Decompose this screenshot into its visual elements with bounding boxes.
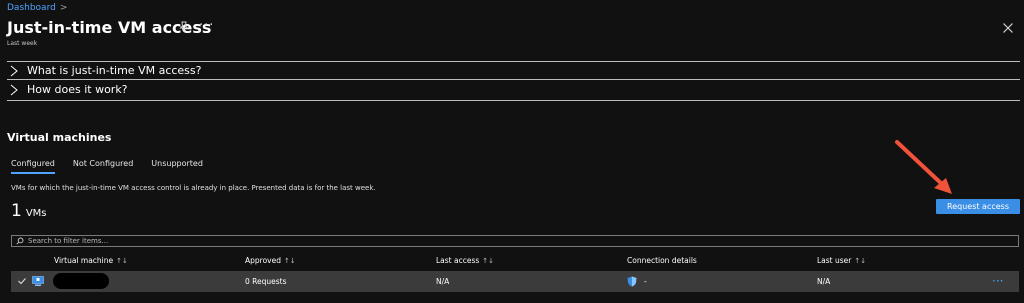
column-header-label: Last user bbox=[817, 256, 852, 265]
close-icon[interactable] bbox=[1002, 22, 1014, 34]
column-header-label: Last access bbox=[436, 256, 480, 265]
breadcrumb-dashboard-link[interactable]: Dashboard bbox=[7, 3, 56, 13]
column-header-label: Virtual machine bbox=[54, 256, 114, 265]
column-header-connection-details: Connection details bbox=[627, 256, 697, 265]
divider bbox=[7, 100, 1020, 101]
breadcrumb: Dashboard > bbox=[7, 3, 67, 13]
page-subtitle: Last week bbox=[7, 40, 38, 47]
chevron-right-icon bbox=[10, 84, 18, 95]
approved-cell: 0 Requests bbox=[245, 277, 287, 286]
search-icon bbox=[16, 237, 24, 245]
tab-unsupported[interactable]: Unsupported bbox=[151, 159, 203, 174]
vm-count-number: 1 bbox=[11, 201, 22, 221]
checkmark-icon[interactable] bbox=[17, 276, 27, 286]
annotation-arrow-icon bbox=[895, 140, 952, 194]
column-header-label: Approved bbox=[245, 256, 281, 265]
column-header-virtual-machine[interactable]: Virtual machine ↑↓ bbox=[54, 256, 128, 265]
sort-icon: ↑↓ bbox=[482, 256, 495, 265]
vm-count-unit: VMs bbox=[25, 208, 47, 219]
section-title: Virtual machines bbox=[7, 131, 112, 144]
tab-description: VMs for which the just-in-time VM access… bbox=[11, 184, 376, 192]
column-header-last-user[interactable]: Last user ↑↓ bbox=[817, 256, 866, 265]
virtual-machine-icon bbox=[32, 276, 44, 286]
expander-label: How does it work? bbox=[27, 83, 128, 96]
tab-configured[interactable]: Configured bbox=[11, 159, 55, 174]
column-header-label: Connection details bbox=[627, 256, 697, 265]
expander-what-is-jit[interactable]: What is just-in-time VM access? bbox=[9, 64, 202, 77]
last-user-cell: N/A bbox=[817, 277, 831, 286]
chevron-right-icon bbox=[10, 65, 18, 76]
last-access-cell: N/A bbox=[436, 277, 450, 286]
divider bbox=[7, 79, 1020, 80]
connection-details-cell: - bbox=[644, 277, 647, 286]
more-options-button[interactable]: ··· bbox=[199, 18, 214, 33]
pin-icon[interactable] bbox=[178, 21, 190, 33]
breadcrumb-separator: > bbox=[59, 3, 68, 13]
vm-count: 1 VMs bbox=[11, 201, 47, 221]
search-input[interactable] bbox=[28, 237, 428, 245]
redacted-vm-name bbox=[53, 273, 109, 289]
request-access-button[interactable]: Request access bbox=[936, 199, 1020, 214]
sort-icon: ↑↓ bbox=[854, 256, 867, 265]
search-box bbox=[11, 235, 1019, 247]
sort-icon: ↑↓ bbox=[283, 256, 296, 265]
expander-label: What is just-in-time VM access? bbox=[27, 64, 202, 77]
sort-icon: ↑↓ bbox=[116, 256, 128, 265]
shield-icon bbox=[627, 276, 637, 287]
tab-bar: Configured Not Configured Unsupported bbox=[11, 159, 203, 174]
divider bbox=[7, 61, 1020, 62]
table-row[interactable] bbox=[11, 271, 1019, 292]
column-header-last-access[interactable]: Last access ↑↓ bbox=[436, 256, 494, 265]
row-more-button[interactable]: ··· bbox=[992, 274, 1003, 288]
column-header-approved[interactable]: Approved ↑↓ bbox=[245, 256, 296, 265]
tab-not-configured[interactable]: Not Configured bbox=[73, 159, 133, 174]
expander-how-it-works[interactable]: How does it work? bbox=[9, 83, 128, 96]
